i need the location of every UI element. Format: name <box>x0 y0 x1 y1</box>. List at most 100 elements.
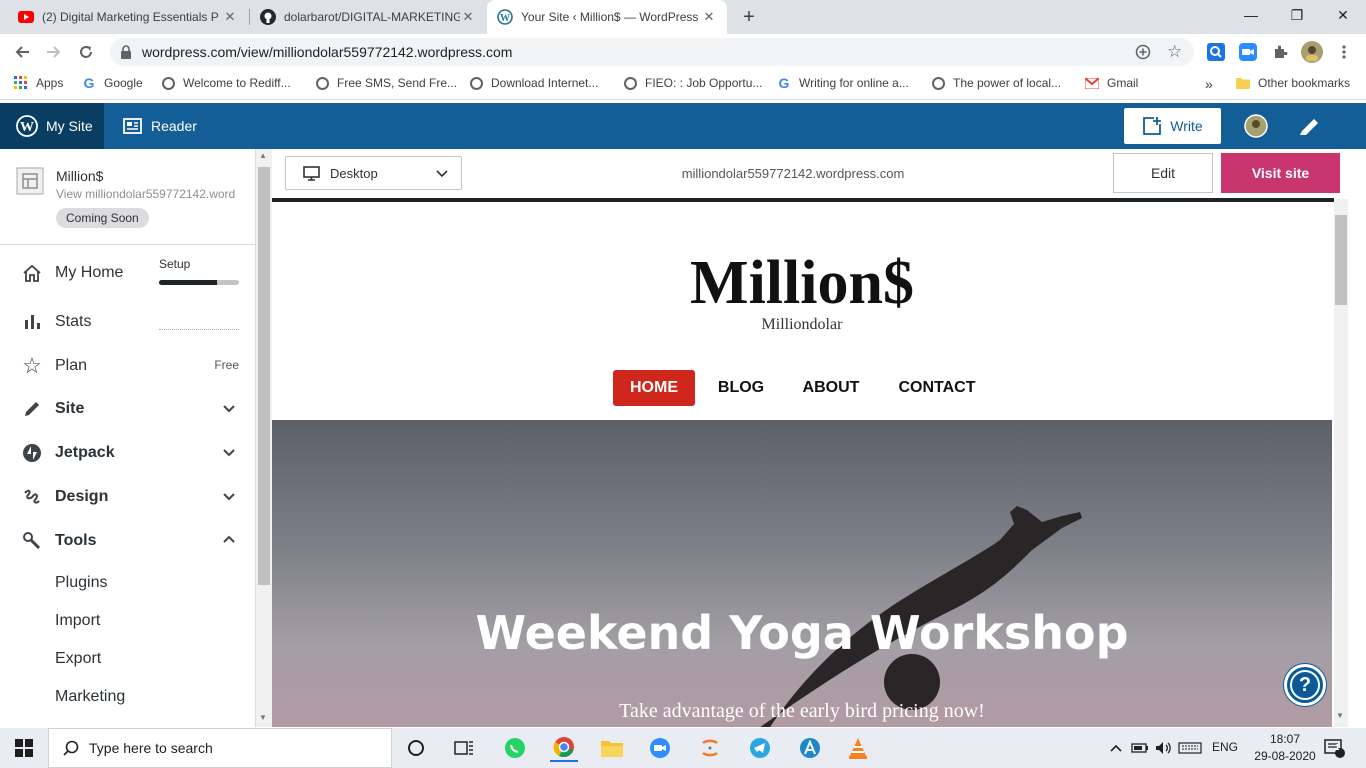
tab-youtube[interactable]: (2) Digital Marketing Essentials P ✕ <box>8 0 248 34</box>
vlc-icon[interactable] <box>844 734 872 762</box>
close-window-button[interactable]: ✕ <box>1320 0 1366 30</box>
forward-arrow-icon[interactable] <box>40 38 68 66</box>
help-button[interactable]: ? <box>1284 664 1326 706</box>
sidebar-sub-plugins[interactable]: Plugins <box>55 574 107 592</box>
close-tab-icon[interactable]: ✕ <box>222 9 238 25</box>
search-icon <box>63 740 79 756</box>
sidebar-item-plan[interactable]: ☆ Plan Free <box>0 346 255 386</box>
globe-icon <box>623 76 637 90</box>
globe-icon <box>315 76 329 90</box>
clock-time[interactable]: 18:07 <box>1250 732 1320 746</box>
view-site-link[interactable]: View milliondolar559772142.wordpress.com <box>56 187 236 201</box>
bookmark-apps[interactable]: Apps <box>14 76 63 90</box>
stats-icon <box>21 311 43 333</box>
new-tab-button[interactable]: + <box>738 6 760 28</box>
profile-avatar[interactable] <box>1298 38 1326 66</box>
write-icon <box>1142 116 1162 136</box>
chrome-icon[interactable] <box>550 734 578 762</box>
sidebar-sub-export[interactable]: Export <box>55 650 101 668</box>
nav-home[interactable]: HOME <box>613 370 695 406</box>
sidebar-item-tools[interactable]: Tools <box>0 521 255 561</box>
close-tab-icon[interactable]: ✕ <box>701 9 717 25</box>
bookmark-writing[interactable]: G Writing for online a... <box>777 75 909 91</box>
arc-app-icon[interactable] <box>796 734 824 762</box>
globe-icon <box>161 76 175 90</box>
user-avatar[interactable] <box>1244 114 1268 143</box>
bookmarks-bar: Apps G Google Welcome to Rediff... Free … <box>0 70 1366 100</box>
bookmark-rediff[interactable]: Welcome to Rediff... <box>161 76 291 90</box>
sidebar-item-my-home[interactable]: My Home <box>0 253 255 293</box>
nav-about[interactable]: ABOUT <box>794 370 868 406</box>
notifications-bell-icon[interactable] <box>1298 115 1320 142</box>
hero-subtitle: Take advantage of the early bird pricing… <box>619 700 985 722</box>
menu-kebab-icon[interactable] <box>1330 38 1358 66</box>
puzzle-extensions-icon[interactable] <box>1266 38 1294 66</box>
address-bar[interactable]: wordpress.com/view/milliondolar559772142… <box>110 38 1194 66</box>
site-icon <box>16 167 44 200</box>
add-icon[interactable] <box>1135 44 1151 63</box>
pencil-icon <box>21 398 43 420</box>
keyboard-icon[interactable] <box>1176 734 1204 762</box>
site-name[interactable]: Million$ <box>56 168 103 184</box>
file-explorer-icon[interactable] <box>598 734 626 762</box>
jupyter-icon[interactable] <box>696 734 724 762</box>
minimize-button[interactable]: — <box>1228 0 1274 30</box>
site-title[interactable]: Million$ <box>272 248 1332 319</box>
write-button[interactable]: Write <box>1124 108 1221 144</box>
lock-icon <box>120 45 132 59</box>
tab-github[interactable]: dolarbarot/DIGITAL-MARKETING ✕ <box>250 0 486 34</box>
zoom-extension-icon[interactable] <box>1234 38 1262 66</box>
windows-start-icon[interactable] <box>10 734 38 762</box>
back-arrow-icon[interactable] <box>8 38 36 66</box>
extension-search-icon[interactable] <box>1202 38 1230 66</box>
my-site-button[interactable]: W My Site <box>0 103 104 149</box>
other-bookmarks[interactable]: Other bookmarks <box>1236 76 1350 90</box>
sidebar-sub-marketing[interactable]: Marketing <box>55 688 125 706</box>
whatsapp-icon[interactable] <box>501 734 529 762</box>
globe-icon <box>469 76 483 90</box>
sidebar-scrollbar[interactable]: ▲ ▼ <box>256 149 272 727</box>
wp-masterbar: W My Site Reader Write <box>0 103 1366 149</box>
taskbar-search[interactable]: Type here to search <box>48 728 392 768</box>
bookmark-star-icon[interactable]: ☆ <box>1167 42 1182 62</box>
sidebar-item-design[interactable]: Design <box>0 477 255 517</box>
chevron-down-icon <box>222 445 236 464</box>
bookmark-free-sms[interactable]: Free SMS, Send Fre... <box>315 76 457 90</box>
hero-title: Weekend Yoga Workshop <box>475 606 1129 660</box>
device-selector[interactable]: Desktop <box>285 156 462 190</box>
zoom-icon[interactable] <box>646 734 674 762</box>
bookmark-gmail[interactable]: Gmail <box>1085 76 1138 90</box>
tab-title: (2) Digital Marketing Essentials P <box>42 10 219 24</box>
edit-button[interactable]: Edit <box>1113 153 1213 193</box>
sidebar-sub-import[interactable]: Import <box>55 612 100 630</box>
close-tab-icon[interactable]: ✕ <box>460 9 476 25</box>
preview-scroll-thumb[interactable] <box>1335 215 1347 305</box>
telegram-icon[interactable] <box>746 734 774 762</box>
sidebar-item-jetpack[interactable]: Jetpack <box>0 433 255 473</box>
reader-button[interactable]: Reader <box>123 103 197 149</box>
maximize-button[interactable]: ❐ <box>1274 0 1320 30</box>
language-indicator[interactable]: ENG <box>1212 740 1238 754</box>
bookmark-download[interactable]: Download Internet... <box>469 76 598 90</box>
wrench-icon <box>21 530 43 552</box>
nav-contact[interactable]: CONTACT <box>892 370 982 406</box>
sidebar-scroll-thumb[interactable] <box>258 167 270 585</box>
sidebar-item-stats[interactable]: Stats <box>0 302 255 342</box>
bookmark-fieo[interactable]: FIEO: : Job Opportu... <box>623 76 762 90</box>
reload-icon[interactable] <box>72 38 100 66</box>
tab-wordpress[interactable]: W Your Site ‹ Million$ — WordPress ✕ <box>487 0 727 34</box>
notification-center-icon[interactable]: 1 <box>1320 734 1348 762</box>
task-view-icon[interactable] <box>450 734 478 762</box>
clock-date[interactable]: 29-08-2020 <box>1250 749 1320 763</box>
more-bookmarks-button[interactable]: » <box>1205 76 1213 92</box>
bookmark-power-local[interactable]: The power of local... <box>931 76 1061 90</box>
site-preview-frame: Million$ Milliondolar HOME BLOG ABOUT CO… <box>272 198 1334 727</box>
preview-scrollbar[interactable]: ▼ <box>1334 199 1348 727</box>
visit-site-button[interactable]: Visit site <box>1221 153 1340 193</box>
cortana-icon[interactable] <box>402 734 430 762</box>
volume-icon[interactable] <box>1150 734 1178 762</box>
globe-icon <box>931 76 945 90</box>
sidebar-item-site[interactable]: Site <box>0 389 255 429</box>
bookmark-google[interactable]: G Google <box>82 75 143 91</box>
nav-blog[interactable]: BLOG <box>710 370 772 406</box>
